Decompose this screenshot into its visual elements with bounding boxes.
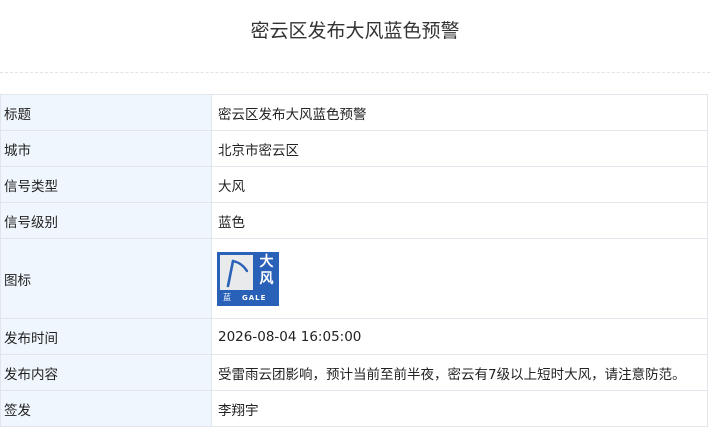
row-value-content: 受雷雨云团影响，预计当前至前半夜，密云有7级以上短时大风，请注意防范。 [211, 354, 708, 391]
row-label-signal-type: 信号类型 [0, 166, 212, 203]
row-value-signal-type: 大风 [211, 166, 708, 203]
table-row: 信号类型 大风 [0, 166, 708, 203]
row-label-city: 城市 [0, 130, 212, 167]
warning-info-table: 标题 密云区发布大风蓝色预警 城市 北京市密云区 信号类型 大风 信号级别 蓝色… [0, 94, 708, 427]
table-row: 信号级别 蓝色 [0, 202, 708, 239]
row-value-title: 密云区发布大风蓝色预警 [211, 94, 708, 131]
table-row: 标题 密云区发布大风蓝色预警 [0, 94, 708, 131]
table-row: 图标 大 风 蓝 GALE [0, 238, 708, 319]
table-row: 发布内容 受雷雨云团影响，预计当前至前半夜，密云有7级以上短时大风，请注意防范。 [0, 354, 708, 391]
table-row: 发布时间 2026-08-04 16:05:00 [0, 318, 708, 355]
gale-blue-warning-badge: 大 风 蓝 GALE [217, 251, 279, 306]
badge-footer: 蓝 GALE [218, 291, 278, 305]
row-value-issuer: 李翔宇 [211, 390, 708, 427]
row-value-signal-level: 蓝色 [211, 202, 708, 239]
row-label-icon: 图标 [0, 238, 212, 319]
row-value-city: 北京市密云区 [211, 130, 708, 167]
row-label-content: 发布内容 [0, 354, 212, 391]
badge-type-char: 风 [259, 270, 274, 287]
table-row: 签发 李翔宇 [0, 390, 708, 427]
badge-level-char: 蓝 [223, 292, 231, 302]
badge-english-label: GALE [242, 293, 267, 302]
row-label-title: 标题 [0, 94, 212, 131]
row-label-issuer: 签发 [0, 390, 212, 427]
row-value-publish-time: 2026-08-04 16:05:00 [211, 318, 708, 355]
gale-flag-icon [220, 254, 253, 290]
badge-type-char: 大 [259, 253, 274, 270]
row-value-icon: 大 风 蓝 GALE [211, 238, 708, 319]
badge-type-text: 大 风 [255, 254, 278, 288]
table-row: 城市 北京市密云区 [0, 130, 708, 167]
row-label-publish-time: 发布时间 [0, 318, 212, 355]
page-title: 密云区发布大风蓝色预警 [0, 0, 710, 73]
row-label-signal-level: 信号级别 [0, 202, 212, 239]
